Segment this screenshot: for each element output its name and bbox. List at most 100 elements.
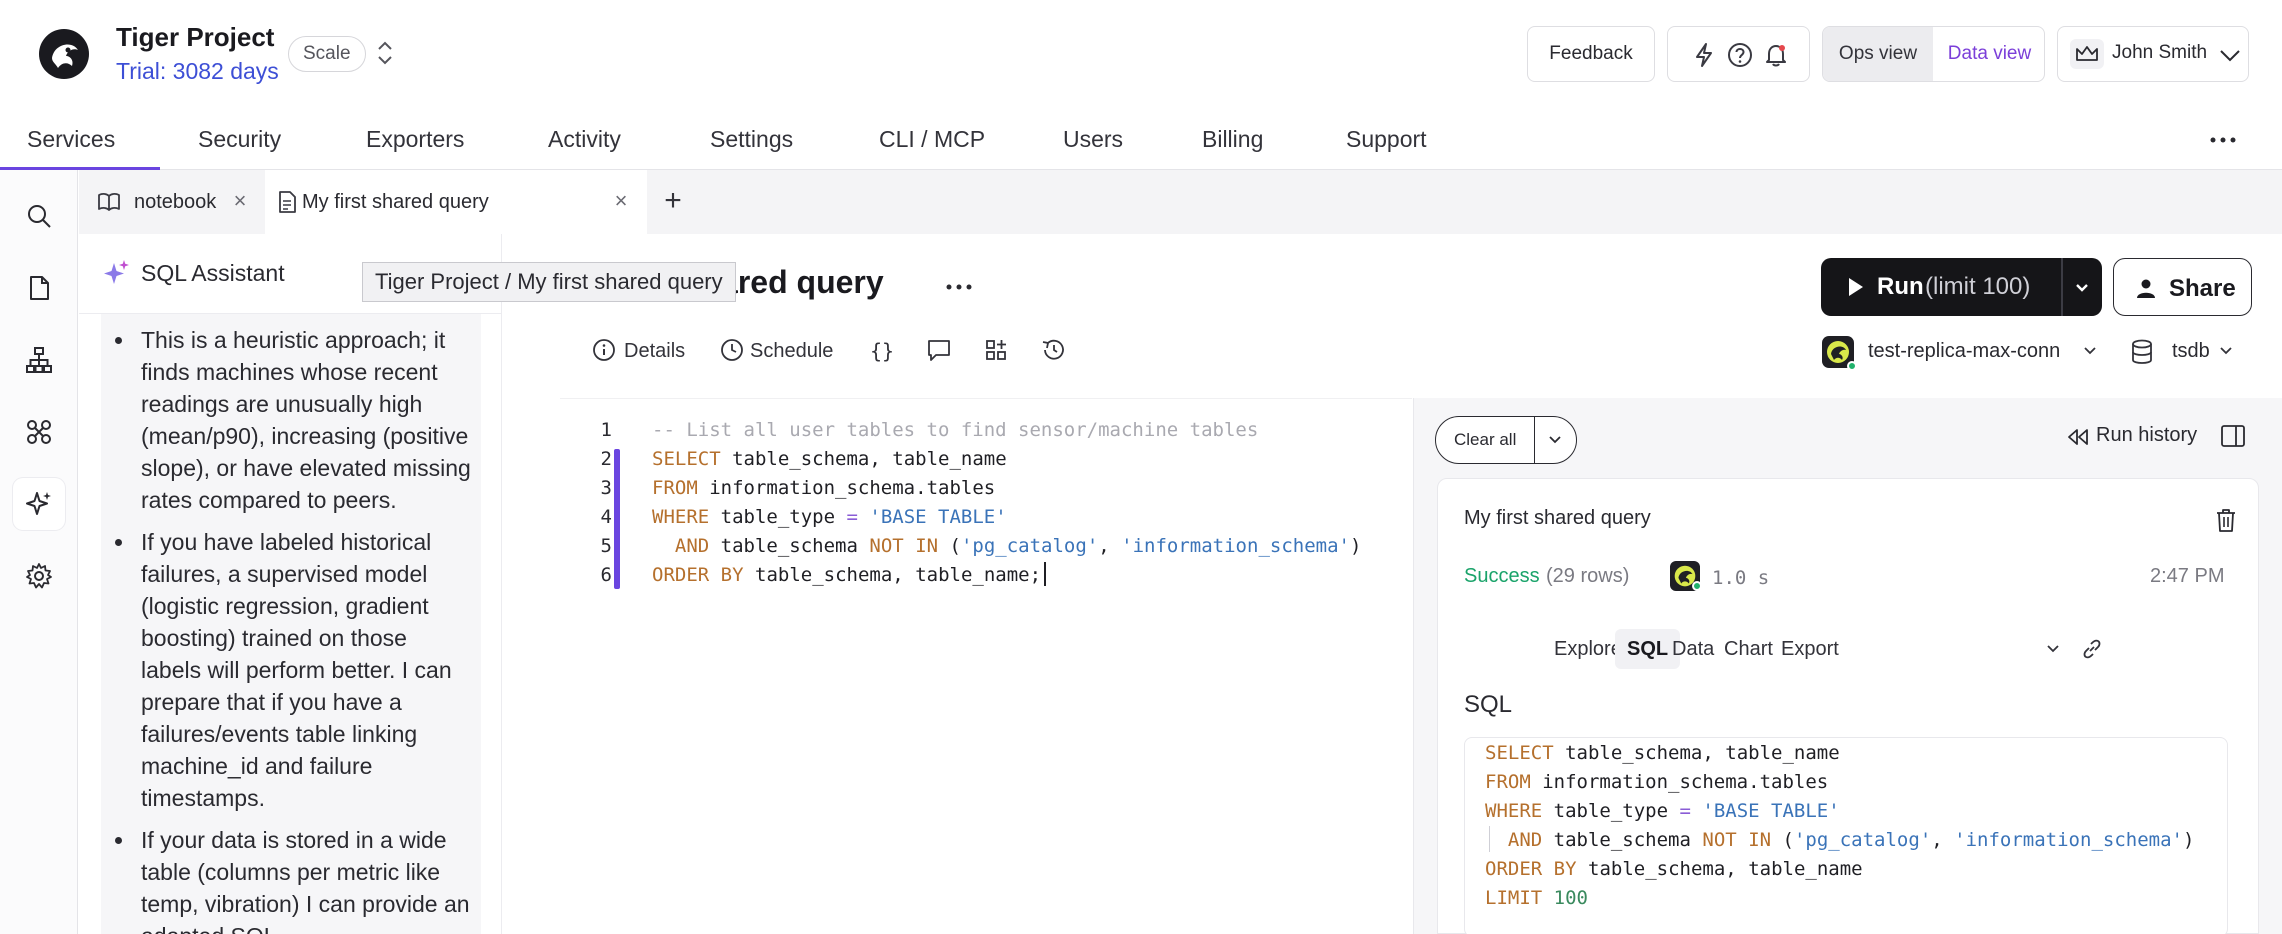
code-line[interactable]: WHERE table_type = 'BASE TABLE' [652,506,1007,528]
result-tab-sql[interactable]: SQL [1615,629,1681,669]
chevron-down-icon[interactable] [2045,643,2061,655]
tab-activity[interactable]: Activity [548,126,621,153]
lightning-icon[interactable] [1690,41,1718,69]
run-label: Run [1877,273,1924,300]
results-panel: Clear all Run history My first shared qu… [1413,398,2282,934]
chevron-down-icon[interactable] [2069,278,2095,298]
sql-editor[interactable]: 1 2 3 4 5 6 -- List all user tables to f… [560,398,1412,934]
connection-selector[interactable]: test-replica-max-conn [1868,340,2060,363]
crown-icon [2070,39,2104,69]
row-count: (29 rows) [1546,565,1630,587]
feedback-button[interactable]: Feedback [1527,26,1655,82]
assistant-bullet: This is a heuristic approach; it finds m… [111,324,471,516]
tab-settings[interactable]: Settings [710,126,793,153]
schedule-button[interactable]: Schedule [750,340,833,363]
more-horizontal-icon[interactable] [2208,130,2238,150]
rail-schema[interactable] [13,334,65,386]
user-icon [2137,279,2155,298]
line-number: 6 [600,564,612,586]
close-icon[interactable]: × [610,190,632,212]
tier-badge: Scale [288,36,366,72]
rail-settings[interactable] [13,550,65,602]
file-icon [30,276,49,300]
sidebar-toggle-icon[interactable] [2220,424,2246,448]
add-tab-button[interactable]: + [659,186,687,216]
rail-integrations[interactable] [13,406,65,458]
clock-icon[interactable] [720,338,744,362]
result-tab-export[interactable]: Export [1781,629,1839,669]
selection-gutter-marker [614,449,620,589]
ops-view-button[interactable]: Ops view [1823,27,1933,81]
tiger-logo-icon[interactable] [38,28,90,80]
rail-search[interactable] [13,190,65,242]
link-icon[interactable] [2080,637,2104,661]
data-view-button[interactable]: Data view [1933,27,2044,81]
code-line[interactable]: SELECT table_schema, table_name [652,448,1007,470]
query-timestamp: 2:47 PM [2150,565,2225,587]
code-line[interactable]: FROM information_schema.tables [652,477,995,499]
chevron-down-icon[interactable] [2082,344,2098,358]
close-icon[interactable]: × [229,190,251,212]
share-button[interactable]: Share [2113,258,2252,316]
trash-icon[interactable] [2214,507,2238,533]
more-horizontal-icon[interactable] [944,274,974,300]
database-selector[interactable]: tsdb [2172,340,2210,363]
document-icon [279,191,296,213]
status-success: Success [1464,565,1540,587]
project-name[interactable]: Tiger Project [116,22,274,53]
search-icon [28,205,51,228]
code-line[interactable]: AND table_schema NOT IN ('pg_catalog', '… [652,535,1362,557]
info-icon[interactable] [592,338,616,362]
history-icon[interactable] [1040,338,1066,362]
assistant-bullet: If your data is stored in a wide table (… [111,824,471,934]
tab-billing[interactable]: Billing [1202,126,1263,153]
play-icon [1849,278,1863,296]
query-duration: 1.0 s [1712,567,1770,589]
chevron-down-icon[interactable] [1546,433,1564,447]
assistant-messages: This is a heuristic approach; it finds m… [101,314,481,934]
tab-users[interactable]: Users [1063,126,1123,153]
bell-icon[interactable] [1762,41,1790,69]
widgets-icon[interactable] [984,338,1008,362]
code-line[interactable]: ORDER BY table_schema, table_name; [652,564,1041,586]
result-tab-data[interactable]: Data [1672,629,1714,669]
rail-sql-assistant[interactable] [13,478,65,530]
tab-notebook[interactable]: notebook × [79,170,265,234]
tab-my-first-shared-query[interactable]: My first shared query × [265,170,647,234]
chevron-up-down-icon[interactable] [372,38,398,68]
code-line[interactable]: -- List all user tables to find sensor/m… [652,419,1258,441]
help-icon[interactable] [1726,41,1754,69]
result-tab-chart[interactable]: Chart [1724,629,1773,669]
tab-security[interactable]: Security [198,126,281,153]
user-menu-button[interactable]: John Smith [2057,26,2249,82]
text-caret [1044,562,1046,586]
tab-services[interactable]: Services [27,126,115,153]
sql-preview-line: LIMIT 100 [1485,887,1588,909]
comment-icon[interactable] [926,338,952,362]
breadcrumb-tooltip: Tiger Project / My first shared query [362,262,736,302]
details-button[interactable]: Details [624,340,685,363]
result-card: My first shared query Success (29 rows) … [1437,478,2259,934]
connection-status-dot [1692,581,1702,591]
trial-days-link[interactable]: Trial: 3082 days [116,58,279,85]
run-history-button[interactable]: Run history [2096,424,2197,447]
line-number: 4 [600,506,612,528]
sql-preview-line: FROM information_schema.tables [1485,771,1829,793]
rail-files[interactable] [13,262,65,314]
line-number: 2 [600,448,612,470]
assistant-title: SQL Assistant [141,260,285,286]
chevron-down-icon[interactable] [2218,344,2234,358]
format-braces-button[interactable]: {} [870,339,894,363]
tab-notebook-label: notebook [134,191,217,213]
tab-exporters[interactable]: Exporters [366,126,464,153]
view-toggle: Ops view Data view [1822,26,2045,82]
clear-all-button[interactable]: Clear all [1454,430,1516,450]
tab-cli-mcp[interactable]: CLI / MCP [879,126,985,153]
sql-preview-line: AND table_schema NOT IN ('pg_catalog', '… [1507,829,2195,851]
clear-divider [1534,417,1535,463]
run-button[interactable]: Run (limit 100) [1821,258,2102,316]
sparkle-icon [104,260,129,284]
rewind-icon[interactable] [2066,426,2090,448]
tab-support[interactable]: Support [1346,126,1427,153]
result-tab-explore[interactable]: Explore [1554,629,1622,669]
